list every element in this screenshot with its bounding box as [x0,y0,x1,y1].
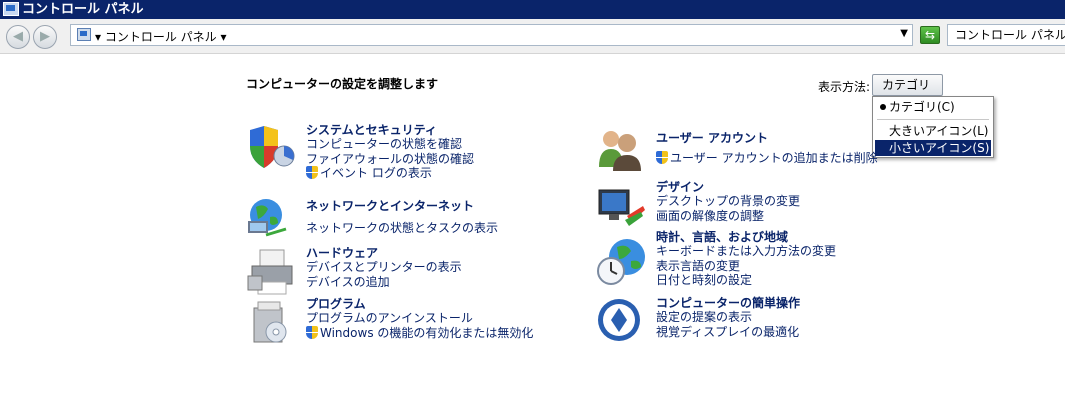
category-title[interactable]: デザイン [656,180,800,194]
category-title[interactable]: ネットワークとインターネット [306,199,498,213]
view-by-dropdown[interactable]: カテゴリ ▼ [872,74,943,112]
link-optimize-display[interactable]: 視覚ディスプレイの最適化 [656,325,800,340]
category-hardware: ハードウェア デバイスとプリンターの表示 デバイスの追加 [306,246,462,289]
address-dropdown-icon[interactable]: ▼ [900,28,908,39]
menu-separator [877,119,989,120]
user-accounts-icon[interactable] [597,127,645,171]
category-title[interactable]: システムとセキュリティ [306,123,474,137]
link-event-log[interactable]: イベント ログの表示 [306,166,474,181]
security-shield-icon[interactable] [246,126,296,170]
refresh-button[interactable]: ⇆ [920,26,940,44]
back-button[interactable]: ◀ [6,25,30,49]
link-network-status[interactable]: ネットワークの状態とタスクの表示 [306,221,498,236]
category-appearance: デザイン デスクトップの背景の変更 画面の解像度の調整 [656,180,800,223]
radio-dot-icon [880,104,886,110]
appearance-icon[interactable] [597,186,647,230]
page-title: コンピューターの設定を調整します [246,77,439,91]
menu-item-large-icons[interactable]: 大きいアイコン(L) [875,123,991,139]
control-panel-icon [77,28,91,41]
link-windows-features[interactable]: Windows の機能の有効化または無効化 [306,325,533,341]
forward-button[interactable]: ▶ [33,25,57,49]
title-bar: コントロール パネル [0,0,1065,19]
clock-globe-icon[interactable] [597,237,649,287]
category-network: ネットワークとインターネット ネットワークの状態とタスクの表示 [306,199,498,236]
uac-shield-icon [306,166,318,179]
address-toolbar: ◀ ▶ ▾ コントロール パネル ▾ ▼ ⇆ コントロール パネルの検 [0,19,1065,54]
menu-item-small-icons[interactable]: 小さいアイコン(S) [875,140,991,156]
link-date-time[interactable]: 日付と時刻の設定 [656,273,836,288]
breadcrumb[interactable]: ▾ コントロール パネル ▾ [95,28,227,45]
link-add-device[interactable]: デバイスの追加 [306,275,462,290]
link-display-language[interactable]: 表示言語の変更 [656,259,836,274]
link-suggest-settings[interactable]: 設定の提案の表示 [656,310,800,325]
menu-item-category[interactable]: カテゴリ(C) [875,99,991,115]
category-ease-of-access: コンピューターの簡単操作 設定の提案の表示 視覚ディスプレイの最適化 [656,296,800,339]
view-by-label: 表示方法: [818,80,871,94]
category-title[interactable]: 時計、言語、および地域 [656,230,836,244]
link-screen-resolution[interactable]: 画面の解像度の調整 [656,209,800,224]
ease-of-access-icon[interactable] [597,298,645,346]
uac-shield-icon [306,325,318,339]
printer-icon[interactable] [246,246,296,296]
link-desktop-background[interactable]: デスクトップの背景の変更 [656,194,800,209]
uac-shield-icon [656,151,668,164]
address-bar[interactable]: ▾ コントロール パネル ▾ ▼ [70,24,913,46]
category-title[interactable]: ハードウェア [306,246,462,260]
category-user-accounts: ユーザー アカウント ユーザー アカウントの追加または削除 [656,131,878,166]
link-firewall-status[interactable]: ファイアウォールの状態の確認 [306,152,474,167]
window-title: コントロール パネル [22,2,144,17]
category-title[interactable]: コンピューターの簡単操作 [656,296,800,310]
search-input[interactable]: コントロール パネルの検 [947,24,1065,46]
programs-box-icon[interactable] [246,298,296,348]
link-check-status[interactable]: コンピューターの状態を確認 [306,137,474,152]
category-programs: プログラム プログラムのアンインストール Windows の機能の有効化または無… [306,297,533,340]
link-add-remove-accounts[interactable]: ユーザー アカウントの追加または削除 [656,151,878,166]
network-globe-icon[interactable] [246,195,298,241]
category-system-security: システムとセキュリティ コンピューターの状態を確認 ファイアウォールの状態の確認… [306,123,474,181]
category-clock-region: 時計、言語、および地域 キーボードまたは入力方法の変更 表示言語の変更 日付と時… [656,230,836,288]
category-title[interactable]: ユーザー アカウント [656,131,878,145]
category-title[interactable]: プログラム [306,297,533,311]
link-keyboard-input[interactable]: キーボードまたは入力方法の変更 [656,244,836,259]
control-panel-icon [3,2,19,16]
view-menu: カテゴリ(C) 大きいアイコン(L) 小さいアイコン(S) [872,96,994,158]
link-uninstall-program[interactable]: プログラムのアンインストール [306,311,533,326]
link-devices-printers[interactable]: デバイスとプリンターの表示 [306,260,462,275]
